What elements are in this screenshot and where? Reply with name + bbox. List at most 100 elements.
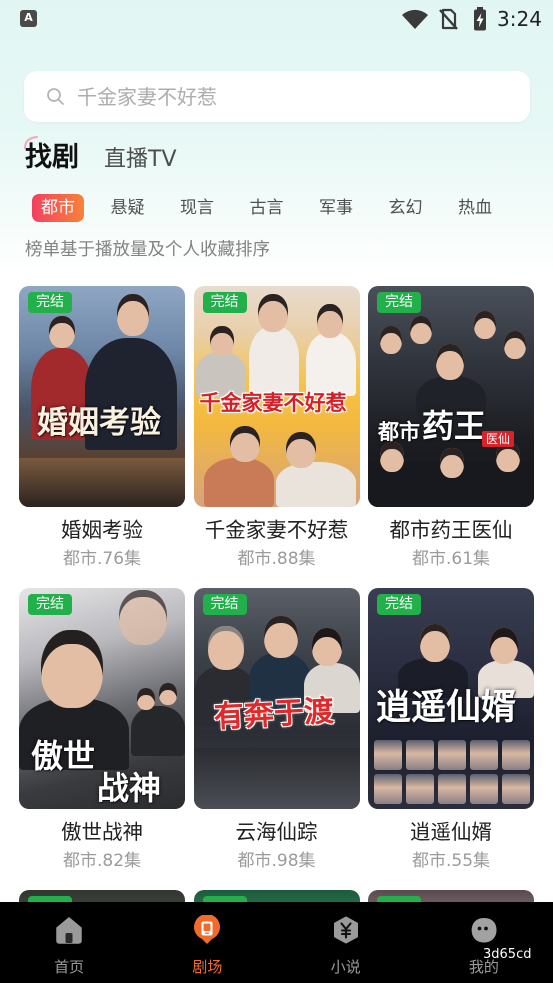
poster-thumbnail [438, 774, 466, 804]
poster-figure [311, 628, 342, 666]
drama-meta: 都市.61集 [411, 549, 491, 569]
poster-figure [380, 326, 402, 354]
category-chip[interactable]: 现言 [171, 194, 223, 222]
poster-figure [49, 316, 75, 348]
profile-icon [471, 918, 497, 943]
drama-meta: 都市.88集 [237, 549, 316, 569]
poster-title-art: 有奔于渡 [212, 693, 335, 736]
wifi-icon [402, 9, 428, 29]
category-chip[interactable]: 都市 [32, 194, 84, 222]
category-chip[interactable]: 热血 [449, 194, 501, 222]
nav-item-theater[interactable]: 剧场 [138, 902, 276, 983]
drama-poster[interactable]: 有奔于渡 完结 [193, 588, 360, 809]
drama-title[interactable]: 婚姻考验 [19, 517, 185, 543]
category-chip[interactable]: 古言 [241, 194, 293, 222]
status-badge: 完结 [202, 594, 247, 615]
poster-title-art: 婚姻考验 [37, 405, 161, 441]
poster-thumbnail [470, 740, 498, 770]
drama-card[interactable]: 婚姻考验 完结 婚姻考验 都市.76集 [19, 286, 185, 570]
nav-item-profile[interactable]: 我的 [415, 902, 553, 983]
app-screen: A 3:24 找剧 直播TV 都市 悬疑 现言 古言 [0, 0, 553, 983]
drama-meta: 都市.76集 [62, 549, 142, 569]
poster-figure [275, 462, 356, 507]
poster-thumbnail [374, 774, 402, 804]
drama-title[interactable]: 千金家妻不好惹 [194, 517, 360, 543]
poster-thumbnail [406, 740, 434, 770]
drama-card[interactable]: 逍遥仙婿 完结 逍遥仙婿 都市.55集 [368, 588, 534, 872]
novel-icon [333, 916, 358, 944]
status-time: 3:24 [497, 7, 542, 31]
drama-title[interactable]: 逍遥仙婿 [368, 819, 534, 845]
drama-card[interactable]: 傲世 战神 完结 傲世战神 都市.82集 [19, 588, 185, 872]
poster-figure [159, 683, 177, 705]
drama-poster[interactable]: 千金家妻不好惹 完结 [193, 286, 360, 507]
drama-title[interactable]: 云海仙踪 [194, 819, 360, 845]
poster-figure [504, 331, 526, 359]
status-badge: 完结 [202, 292, 247, 313]
status-badge: 完结 [377, 594, 421, 615]
poster-thumbnail [470, 774, 498, 804]
poster-title-art: 千金家妻不好惹 [199, 390, 347, 415]
poster-figure [117, 294, 149, 336]
poster-tag: 医仙 [482, 431, 515, 447]
nav-label: 剧场 [192, 958, 223, 976]
drama-poster[interactable]: 婚姻考验 完结 [19, 286, 185, 507]
theater-icon [194, 915, 221, 944]
poster-figure [474, 311, 496, 339]
poster-title-art: 傲世 [31, 737, 96, 775]
battery-charging-icon [474, 7, 486, 31]
poster-figure [19, 458, 185, 507]
category-chip[interactable]: 悬疑 [102, 194, 154, 222]
poster-figure [316, 304, 343, 338]
category-chip[interactable]: 军事 [310, 194, 362, 222]
poster-title-art: 药王 [422, 407, 487, 445]
poster-figure [410, 316, 432, 344]
nav-label: 首页 [54, 958, 85, 976]
watermark-text: 3d65cd [483, 947, 532, 962]
nav-item-home[interactable]: 首页 [0, 902, 138, 983]
ranking-note: 榜单基于播放量及个人收藏排序 [25, 240, 270, 260]
bottom-nav: 首页 剧场 小说 我的 [0, 902, 553, 983]
drama-card[interactable]: 千金家妻不好惹 完结 千金家妻不好惹 都市.88集 [193, 286, 360, 570]
drama-meta: 都市.98集 [237, 851, 316, 871]
poster-figure [380, 442, 404, 472]
poster-figure [440, 448, 464, 478]
poster-figure [420, 624, 450, 662]
drama-meta: 都市.82集 [62, 851, 142, 871]
top-tabs: 找剧 直播TV [25, 140, 202, 178]
nav-item-novel[interactable]: 小说 [277, 902, 415, 983]
drama-card[interactable]: 都市 药王 医仙 完结 都市药王医仙 都市.61集 [368, 286, 534, 570]
poster-thumbnail [374, 740, 402, 770]
poster-figure [119, 590, 167, 645]
drama-grid: 婚姻考验 完结 婚姻考验 都市.76集 千金家妻不好惹 完结 千金家妻不好惹 都… [19, 286, 534, 903]
no-sim-icon [439, 8, 458, 30]
poster-figure [436, 344, 464, 380]
drama-title[interactable]: 傲世战神 [19, 819, 185, 845]
drama-title[interactable]: 都市药王医仙 [368, 517, 534, 543]
search-bar[interactable] [24, 71, 530, 122]
poster-figure [131, 706, 185, 756]
search-icon [47, 88, 64, 105]
drama-poster[interactable]: 都市 药王 医仙 完结 [368, 286, 534, 507]
poster-thumbnail [502, 774, 530, 804]
category-chip[interactable]: 玄幻 [380, 194, 432, 222]
drama-meta: 都市.55集 [411, 851, 491, 871]
status-badge: 完结 [28, 594, 72, 615]
drama-card[interactable]: 有奔于渡 完结 云海仙踪 都市.98集 [193, 588, 360, 872]
poster-figure [248, 326, 299, 396]
tab-find-drama[interactable]: 找剧 [25, 140, 79, 176]
status-badge: 完结 [28, 292, 72, 313]
nav-label: 小说 [330, 958, 361, 976]
poster-figure [41, 630, 103, 708]
poster-title-art: 逍遥仙婿 [376, 687, 517, 728]
search-input[interactable] [77, 71, 507, 122]
poster-figure [193, 748, 360, 809]
tab-live-tv[interactable]: 直播TV [104, 142, 177, 178]
drama-poster[interactable]: 傲世 战神 完结 [19, 588, 185, 809]
poster-figure [209, 326, 234, 356]
drama-poster[interactable]: 逍遥仙婿 完结 [368, 588, 534, 809]
poster-figure [305, 332, 356, 396]
poster-figure [207, 626, 244, 670]
poster-title-art: 战神 [97, 769, 162, 807]
poster-thumbnail [406, 774, 434, 804]
